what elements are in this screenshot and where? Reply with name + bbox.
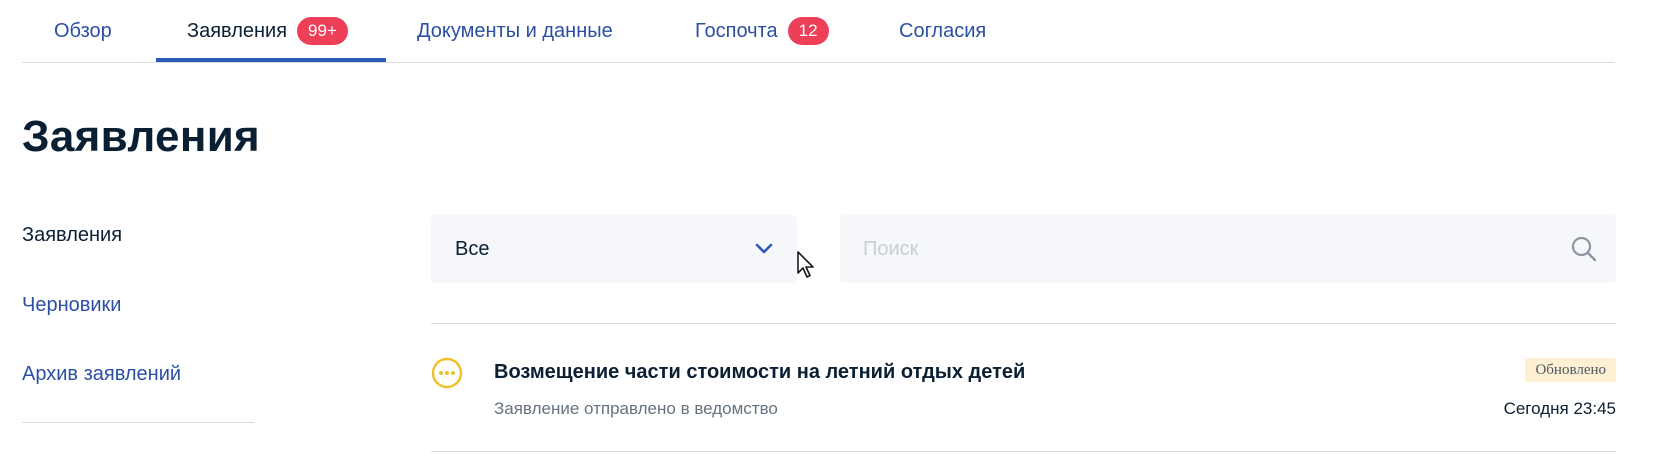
tab-documents-label: Документы и данные [417, 19, 613, 42]
gospochta-count-badge: 12 [787, 17, 829, 45]
application-timestamp: Сегодня 23:45 [1503, 399, 1616, 418]
chevron-down-icon [755, 243, 773, 255]
tab-consents[interactable]: Согласия [899, 0, 986, 62]
search-button[interactable] [1552, 215, 1616, 283]
sidenav-item-applications[interactable]: Заявления [22, 224, 122, 247]
sidenav-item-drafts[interactable]: Черновики [22, 294, 121, 317]
tab-gospochta-label: Госпочта [695, 19, 778, 42]
tab-applications[interactable]: Заявления 99+ [156, 0, 386, 62]
updated-badge: Обновлено [1525, 358, 1616, 382]
applications-page: Обзор Заявления 99+ Документы и данные Г… [0, 0, 1680, 464]
search-box [840, 215, 1616, 283]
list-divider [431, 451, 1616, 452]
sidenav-item-archive[interactable]: Архив заявлений [22, 363, 181, 386]
application-status-text: Заявление отправлено в ведомство [494, 399, 778, 418]
search-icon [1571, 236, 1597, 262]
sidenav-divider [22, 422, 254, 423]
page-title: Заявления [22, 112, 261, 161]
applications-count-badge: 99+ [297, 17, 348, 45]
application-title: Возмещение части стоимости на летний отд… [494, 361, 1026, 383]
status-filter-value: Все [455, 237, 490, 260]
search-input[interactable] [840, 215, 1552, 283]
tab-applications-label: Заявления [187, 19, 288, 42]
tab-consents-label: Согласия [899, 19, 987, 42]
tab-overview-label: Обзор [54, 19, 112, 42]
list-item[interactable]: Возмещение части стоимости на летний отд… [431, 324, 1616, 451]
status-filter-select[interactable]: Все [431, 215, 797, 283]
tab-overview[interactable]: Обзор [54, 0, 112, 62]
top-tabs: Обзор Заявления 99+ Документы и данные Г… [22, 0, 1615, 63]
tab-gospochta[interactable]: Госпочта 12 [695, 0, 829, 62]
pending-dots-icon [431, 357, 463, 389]
tab-documents[interactable]: Документы и данные [417, 0, 613, 62]
mouse-cursor-icon [797, 251, 814, 278]
